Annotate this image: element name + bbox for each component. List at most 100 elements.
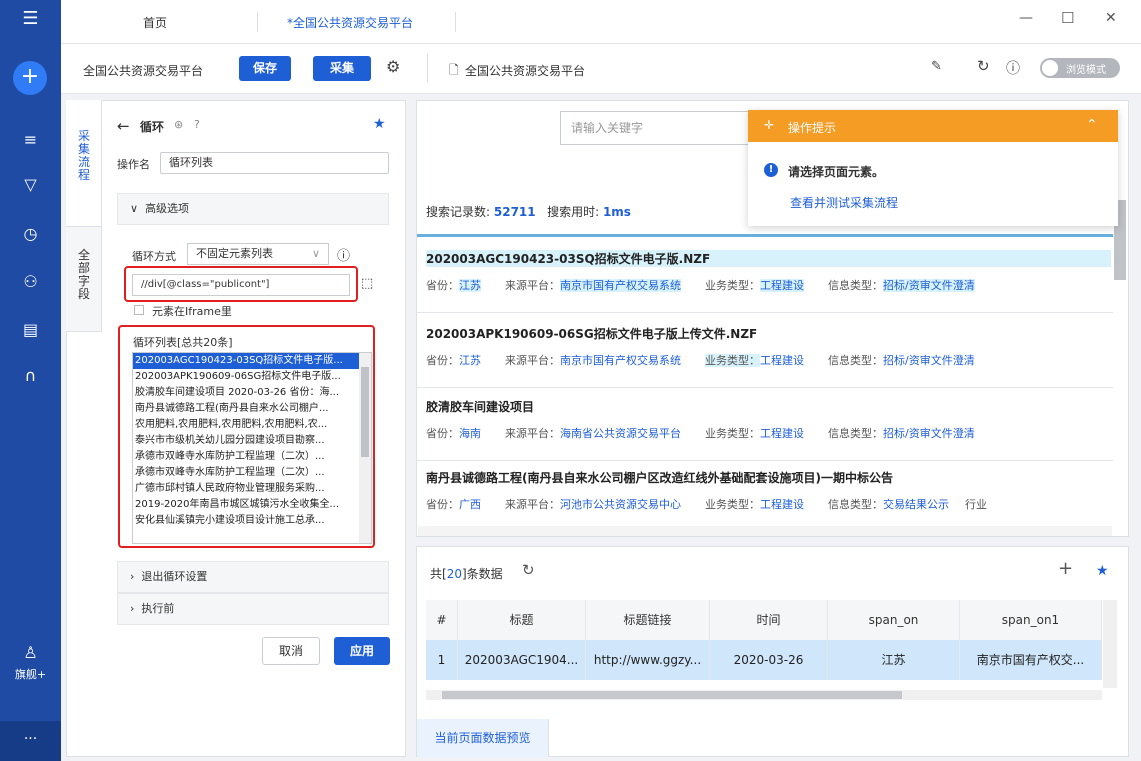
info-value[interactable]: 交易结果公示 xyxy=(883,498,949,511)
province-value[interactable]: 广西 xyxy=(459,498,481,511)
panel-title: 循环 xyxy=(140,120,165,134)
back-arrow-icon[interactable]: ← xyxy=(117,117,130,135)
exit-loop-header[interactable]: › 退出循环设置 xyxy=(117,561,389,593)
tab-active[interactable]: *全国公共资源交易平台 xyxy=(287,14,413,31)
vtab-fields-area: 全部字段 xyxy=(66,226,102,332)
biz-value[interactable]: 工程建设 xyxy=(760,498,804,511)
record-item[interactable]: 202003AGC190423-03SQ招标文件电子版.NZF 省份：江苏 来源平台… xyxy=(426,250,1111,293)
meta-label: 信息类型： xyxy=(828,279,883,292)
vtab-flow[interactable]: 采集流程 xyxy=(74,130,94,182)
biz-value[interactable]: 工程建设 xyxy=(760,354,804,367)
record-title[interactable]: 202003APK190609-06SG招标文件电子版上传文件.NZF xyxy=(426,325,1111,342)
pick-element-icon[interactable]: ⬚ xyxy=(361,276,373,291)
collapse-icon[interactable]: ⌃ xyxy=(1086,117,1098,133)
h-scrollbar[interactable] xyxy=(426,690,1102,700)
op-name-input[interactable]: 循环列表 xyxy=(160,152,389,174)
tip-message: 请选择页面元素。 xyxy=(788,165,885,179)
loop-mode-select[interactable]: 不固定元素列表 ∨ xyxy=(187,243,329,265)
browse-mode-toggle[interactable]: 浏览模式 xyxy=(1040,58,1120,78)
tab-divider xyxy=(455,12,456,32)
record-item[interactable]: 202003APK190609-06SG招标文件电子版上传文件.NZF 省份：江苏… xyxy=(426,325,1111,368)
help-icon[interactable]: ? xyxy=(194,118,200,131)
info-value[interactable]: 招标/资审文件澄清 xyxy=(883,354,975,367)
move-icon[interactable]: ✛ xyxy=(764,118,774,132)
close-button[interactable]: ✕ xyxy=(1105,10,1117,26)
save-button[interactable]: 保存 xyxy=(239,56,291,81)
info-value[interactable]: 招标/资审文件澄清 xyxy=(883,427,975,440)
source-value[interactable]: 河池市公共资源交易中心 xyxy=(560,498,681,511)
search-input[interactable]: 请输入关键字 xyxy=(560,111,750,145)
source-value[interactable]: 南京市国有产权交易系统 xyxy=(560,279,681,292)
record-title[interactable]: 202003AGC190423-03SQ招标文件电子版.NZF xyxy=(426,250,1111,267)
add-field-icon[interactable]: + xyxy=(1058,558,1073,579)
collect-button[interactable]: 采集 xyxy=(313,56,371,81)
column-header[interactable]: 标题 xyxy=(458,600,586,640)
apply-button[interactable]: 应用 xyxy=(334,637,390,665)
settings-icon[interactable]: ⚙ xyxy=(386,57,400,76)
refresh-icon[interactable]: ↻ xyxy=(522,561,535,579)
url-title[interactable]: 全国公共资源交易平台 xyxy=(465,62,585,79)
refresh-icon[interactable]: ↻ xyxy=(977,57,990,75)
stats-time: 1ms xyxy=(602,205,631,219)
maximize-button[interactable]: ☐ xyxy=(1061,9,1074,27)
column-header[interactable]: span_on xyxy=(828,600,960,640)
scrollbar[interactable] xyxy=(1103,600,1117,688)
help-icon[interactable]: ⓘ xyxy=(337,245,350,264)
pin-icon[interactable]: ★ xyxy=(1096,563,1109,579)
tab-home[interactable]: 首页 xyxy=(143,14,167,31)
filter-icon[interactable]: ▽ xyxy=(0,175,61,194)
iframe-checkbox[interactable] xyxy=(134,305,144,315)
document-icon[interactable]: ▤ xyxy=(0,320,61,339)
info-value[interactable]: 招标/资审文件澄清 xyxy=(883,279,975,292)
province-value[interactable]: 海南 xyxy=(459,427,481,440)
add-task-icon[interactable]: + xyxy=(13,61,47,95)
more-icon[interactable]: ··· xyxy=(0,731,61,747)
province-value[interactable]: 江苏 xyxy=(459,279,481,292)
api-icon[interactable]: ⊛ xyxy=(174,118,183,131)
column-header[interactable]: # xyxy=(426,600,458,640)
table-cell[interactable]: 南京市国有产权交... xyxy=(960,640,1102,680)
record-item[interactable]: 胶清胶车间建设项目 省份：海南 来源平台：海南省公共资源交易平台 业务类型：工程建设 信… xyxy=(426,398,1111,441)
vtab-fields[interactable]: 全部字段 xyxy=(74,249,94,301)
source-value[interactable]: 南京市国有产权交易系统 xyxy=(560,354,681,367)
table-cell[interactable]: 1 xyxy=(426,640,458,680)
record-item[interactable]: 南丹县诚德路工程(南丹县自来水公司棚户区改造红线外基础配套设施项目)一期中标公告… xyxy=(426,469,1111,512)
user-icon[interactable]: ♙ xyxy=(0,643,61,662)
record-title[interactable]: 南丹县诚德路工程(南丹县自来水公司棚户区改造红线外基础配套设施项目)一期中标公告 xyxy=(426,469,1111,486)
table-cell[interactable]: 202003AGC1904... xyxy=(458,640,586,680)
count-suffix: ]条数据 xyxy=(461,567,503,581)
table-cell[interactable]: 2020-03-26 xyxy=(710,640,828,680)
scrollbar-thumb[interactable] xyxy=(442,691,902,699)
list-icon[interactable]: ≡ xyxy=(0,130,61,149)
tab-page-preview[interactable]: 当前页面数据预览 xyxy=(417,719,549,757)
headset-icon[interactable]: ∩ xyxy=(0,366,61,385)
record-meta: 省份：海南 来源平台：海南省公共资源交易平台 业务类型：工程建设 信息类型：招标/资审… xyxy=(426,425,1111,441)
pin-icon[interactable]: ★ xyxy=(373,116,386,132)
cancel-button[interactable]: 取消 xyxy=(262,637,320,665)
column-header[interactable]: 标题链接 xyxy=(586,600,710,640)
vtab-flow-area: 采集流程 xyxy=(66,100,102,226)
record-title[interactable]: 胶清胶车间建设项目 xyxy=(426,398,1111,415)
column-header[interactable]: 时间 xyxy=(710,600,828,640)
before-exec-header[interactable]: › 执行前 xyxy=(117,593,389,625)
history-icon[interactable]: ◷ xyxy=(0,224,61,243)
advanced-options-header[interactable]: ∨ 高级选项 xyxy=(117,193,389,225)
biz-value[interactable]: 工程建设 xyxy=(760,427,804,440)
column-header[interactable]: span_on1 xyxy=(960,600,1102,640)
loop-list-highlight xyxy=(118,325,375,548)
biz-value[interactable]: 工程建设 xyxy=(760,279,804,292)
meta-label: 省份： xyxy=(426,354,459,367)
test-flow-link[interactable]: 查看并测试采集流程 xyxy=(790,194,898,211)
table-cell[interactable]: 江苏 xyxy=(828,640,960,680)
table-cell[interactable]: http://www.ggzy... xyxy=(586,640,710,680)
info-icon[interactable]: ⓘ xyxy=(1006,58,1020,78)
minimize-button[interactable]: — xyxy=(1019,10,1033,26)
edit-url-icon[interactable]: ✎ xyxy=(931,59,942,74)
users-icon[interactable]: ⚇ xyxy=(0,272,61,291)
tab-bar: 首页 *全国公共资源交易平台 — ☐ ✕ xyxy=(61,0,1141,44)
h-scrollbar[interactable] xyxy=(418,526,1112,536)
menu-toggle-icon[interactable]: ☰ xyxy=(0,8,61,29)
source-value[interactable]: 海南省公共资源交易平台 xyxy=(560,427,681,440)
province-value[interactable]: 江苏 xyxy=(459,354,481,367)
xpath-highlight xyxy=(124,266,358,302)
